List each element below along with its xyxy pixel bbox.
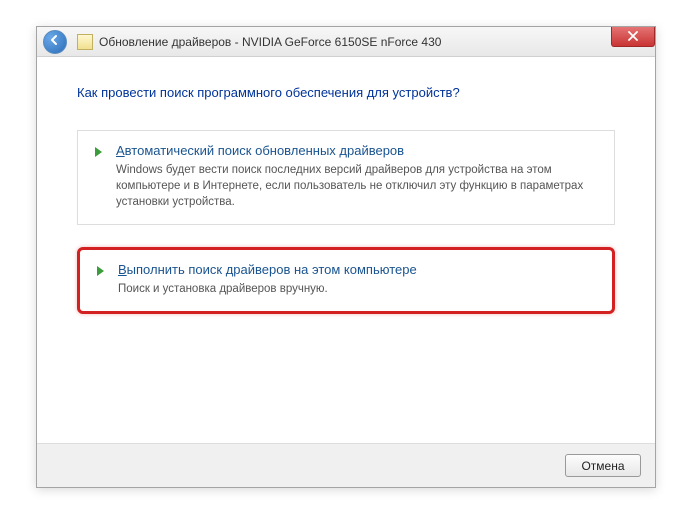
close-button[interactable] (611, 27, 655, 47)
content-area: Как провести поиск программного обеспече… (37, 57, 655, 346)
option-auto-desc: Windows будет вести поиск последних верс… (116, 162, 600, 210)
page-heading: Как провести поиск программного обеспече… (77, 85, 615, 100)
titlebar: Обновление драйверов - NVIDIA GeForce 61… (37, 27, 655, 57)
back-button[interactable] (43, 30, 67, 54)
close-icon (628, 28, 638, 46)
cancel-button[interactable]: Отмена (565, 454, 641, 477)
option-auto-title: Автоматический поиск обновленных драйвер… (116, 143, 600, 158)
option-manual-search[interactable]: Выполнить поиск драйверов на этом компью… (77, 247, 615, 314)
back-arrow-icon (49, 33, 61, 51)
option-manual-body: Выполнить поиск драйверов на этом компью… (118, 262, 598, 297)
option-manual-title: Выполнить поиск драйверов на этом компью… (118, 262, 598, 277)
window-title: Обновление драйверов - NVIDIA GeForce 61… (99, 35, 441, 49)
arrow-right-icon (94, 264, 108, 283)
device-icon (77, 34, 93, 50)
footer: Отмена (37, 443, 655, 487)
option-manual-desc: Поиск и установка драйверов вручную. (118, 281, 598, 297)
arrow-right-icon (92, 145, 106, 164)
option-auto-body: Автоматический поиск обновленных драйвер… (116, 143, 600, 210)
option-auto-search[interactable]: Автоматический поиск обновленных драйвер… (77, 130, 615, 225)
driver-update-window: Обновление драйверов - NVIDIA GeForce 61… (36, 26, 656, 488)
